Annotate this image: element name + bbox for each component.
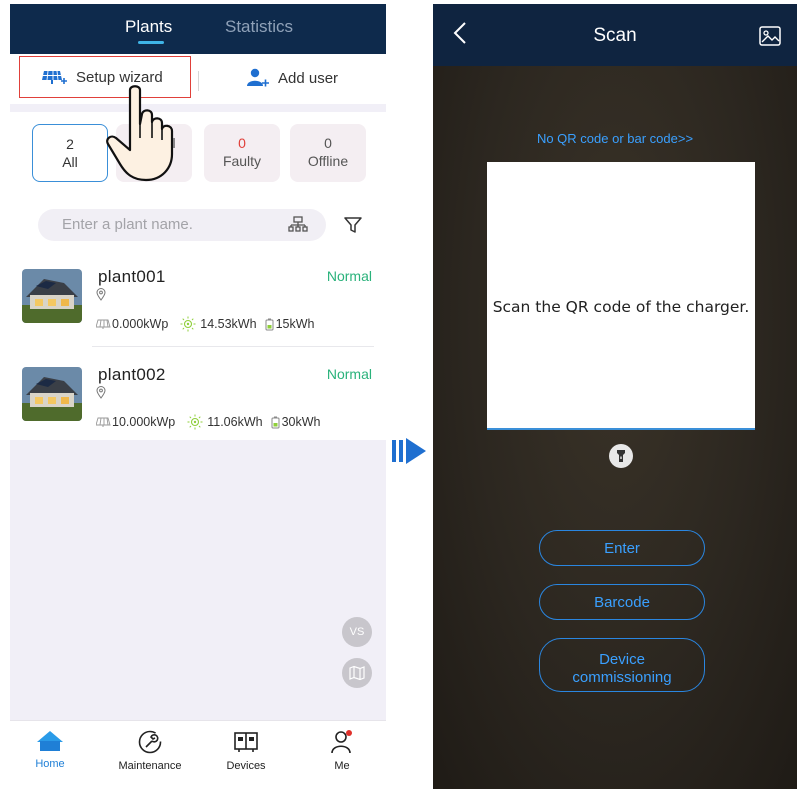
filter-faulty-count: 0 [238,135,246,151]
plant-search-input[interactable] [62,216,262,233]
location-pin-icon [96,386,106,399]
pointing-hand-icon [106,85,174,182]
add-user-icon [247,68,269,87]
device-commissioning-button[interactable]: Device commissioning [539,638,705,692]
home-icon [37,731,63,751]
scan-hint: Scan the QR code of the charger. [492,298,750,316]
plant-thumbnail [22,367,82,421]
map-view-button[interactable] [342,658,372,688]
plant-list-item[interactable]: plant001 Normal 0.000kWp 14.53kWh 15kWh [10,250,386,347]
org-structure-icon[interactable] [288,216,308,234]
plant-list-item[interactable]: plant002 Normal 10.000kWp 11.06kWh 30kWh [10,348,386,440]
solar-panel-icon [96,417,111,427]
sun-icon [187,414,203,430]
enter-button[interactable]: Enter [539,530,705,566]
solar-panel-icon [96,319,111,329]
capacity-stat: 10.000kWp [96,415,175,429]
flashlight-button[interactable] [609,444,633,468]
battery-stat: 30kWh [271,415,321,429]
plant-stats: 0.000kWp 14.53kWh 15kWh [96,316,314,332]
sun-icon [180,316,196,332]
device-commissioning-line1: Device [599,651,645,668]
flashlight-icon [617,450,625,462]
add-user-button[interactable]: Add user [246,68,338,88]
plant-search-box [38,209,326,241]
page-title: Scan [593,25,637,46]
transition-arrow-icon [392,438,426,464]
no-code-link[interactable]: No QR code or bar code>> [433,131,797,146]
yield-stat: 11.06kWh [187,414,263,430]
plant-status: Normal [326,268,372,284]
yield-value: 14.53kWh [200,317,257,331]
filter-funnel-icon[interactable] [344,216,362,234]
battery-value: 30kWh [281,415,321,429]
nav-me[interactable]: Me [302,729,382,772]
nav-home-label: Home [35,758,65,770]
yield-stat: 14.53kWh [180,316,257,332]
filter-faulty[interactable]: 0 Faulty [204,124,280,182]
battery-icon [265,318,274,330]
tab-plants[interactable]: Plants [125,17,172,37]
nav-maintenance[interactable]: Maintenance [110,729,190,772]
plant-list: plant001 Normal 0.000kWp 14.53kWh 15kWh … [10,250,386,440]
location-pin-icon [96,288,106,301]
map-icon [349,665,365,681]
filter-offline-label: Offline [307,153,349,169]
scan-header: Scan [433,4,797,66]
nav-me-label: Me [334,760,350,772]
devices-icon [234,732,258,752]
battery-icon [271,416,280,428]
filter-all-count: 2 [66,136,74,152]
scan-screen: Scan No QR code or bar code>> Scan the Q… [433,4,797,789]
toolbar-divider [198,71,199,91]
yield-value: 11.06kWh [207,415,263,429]
capacity-stat: 0.000kWp [96,317,168,331]
capacity-value: 0.000kWp [112,317,169,331]
plant-thumbnail [22,269,82,323]
list-divider [92,346,374,347]
filter-offline-count: 0 [324,135,332,151]
filter-all[interactable]: 2 All [32,124,108,182]
filter-all-label: All [62,154,78,170]
plant-stats: 10.000kWp 11.06kWh 30kWh [96,414,321,430]
nav-home[interactable]: Home [10,729,90,770]
barcode-button[interactable]: Barcode [539,584,705,620]
plant-status: Normal [326,366,372,382]
battery-value: 15kWh [275,317,315,331]
compare-vs-button[interactable]: VS [342,617,372,647]
battery-stat: 15kWh [265,317,315,331]
person-icon [331,730,352,754]
top-tab-header: Plants Statistics [10,4,386,54]
wrench-icon [138,730,162,754]
filter-faulty-label: Faulty [222,153,262,169]
search-row [10,200,386,250]
device-commissioning-line2: commissioning [572,669,672,686]
nav-devices[interactable]: Devices [206,729,286,772]
active-tab-indicator [138,41,164,44]
tab-statistics[interactable]: Statistics [225,17,293,37]
capacity-value: 10.000kWp [112,415,176,429]
plant-name: plant001 [98,267,166,286]
nav-maintenance-label: Maintenance [118,760,182,772]
plant-name: plant002 [98,365,166,384]
plants-screen: Plants Statistics Setup wizard Add user … [10,4,386,789]
nav-devices-label: Devices [226,760,266,772]
status-filter-row: 2 All l 0 Faulty 0 Offline [10,112,386,200]
filter-offline[interactable]: 0 Offline [290,124,366,182]
notification-dot [346,730,352,736]
bottom-nav: Home Maintenance Devices Me [10,720,386,789]
screenshot-stage: Plants Statistics Setup wizard Add user … [0,0,798,791]
scan-frame: Scan the QR code of the charger. [487,162,755,430]
add-user-label: Add user [278,69,339,87]
gallery-image-icon[interactable] [759,26,781,46]
